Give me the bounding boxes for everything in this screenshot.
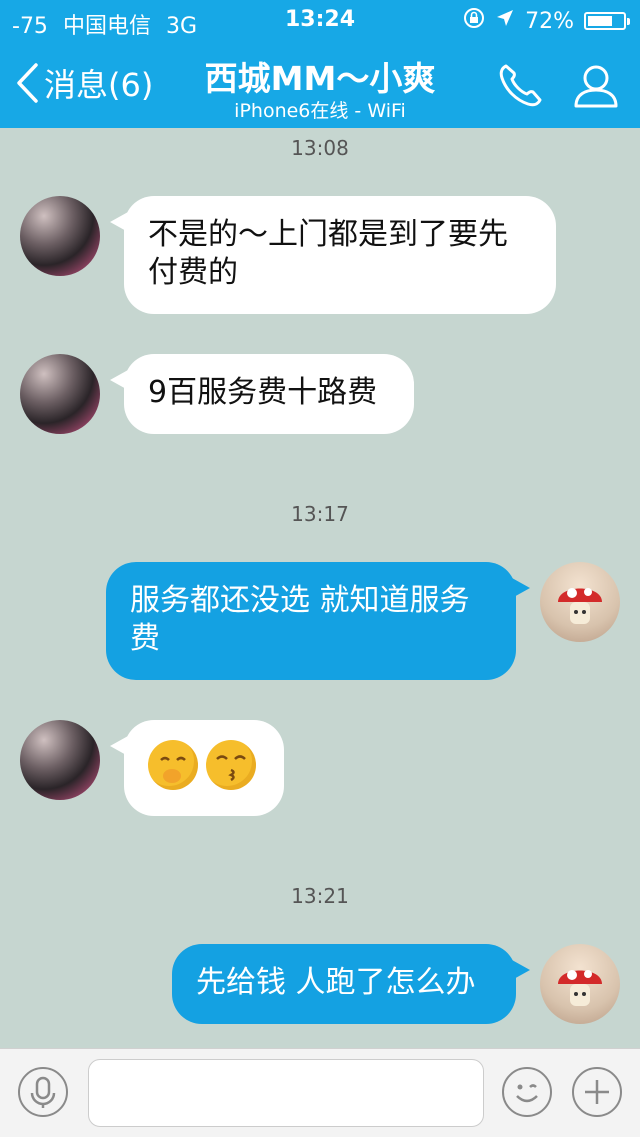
contact-avatar[interactable] (20, 720, 100, 800)
emoji-button[interactable] (502, 1067, 552, 1117)
battery-percent: 72% (525, 8, 574, 34)
my-avatar[interactable] (540, 944, 620, 1024)
battery-icon (584, 12, 630, 30)
incoming-message[interactable]: 不是的～上门都是到了要先付费的 (110, 196, 556, 314)
phone-icon[interactable] (492, 58, 548, 114)
chat-area[interactable]: 13:08 不是的～上门都是到了要先付费的 9百服务费十路费 13:17 服务都… (0, 128, 640, 1048)
incoming-emoji-message[interactable] (110, 720, 284, 816)
status-bar: -75 中国电信 3G 13:24 72% (0, 0, 640, 40)
nav-bar: 消息(6) 西城MM～小爽 iPhone6在线 - WiFi (0, 40, 640, 128)
location-arrow-icon (495, 8, 515, 34)
kiss-emoji (206, 740, 256, 790)
microphone-button[interactable] (18, 1067, 68, 1117)
timestamp: 13:08 (291, 136, 349, 160)
blush-hand-emoji (148, 740, 198, 790)
top-bar: -75 中国电信 3G 13:24 72% 消息(6) 西城MM～小爽 iPho… (0, 0, 640, 128)
contact-avatar[interactable] (20, 196, 100, 276)
profile-icon[interactable] (568, 58, 624, 114)
lock-rotation-icon (463, 7, 485, 35)
smiley-icon (516, 1084, 538, 1103)
battery-level (588, 16, 613, 26)
message-input[interactable] (88, 1059, 484, 1127)
timestamp: 13:17 (291, 502, 349, 526)
outgoing-message[interactable]: 服务都还没选 就知道服务费 (106, 562, 530, 680)
microphone-icon (30, 1076, 56, 1108)
outgoing-message[interactable]: 先给钱 人跑了怎么办 (172, 944, 530, 1024)
plus-icon (585, 1080, 609, 1104)
plus-button[interactable] (572, 1067, 622, 1117)
mushroom-icon (558, 588, 602, 624)
contact-avatar[interactable] (20, 354, 100, 434)
mushroom-icon (558, 970, 602, 1006)
timestamp: 13:21 (291, 884, 349, 908)
my-avatar[interactable] (540, 562, 620, 642)
incoming-message[interactable]: 9百服务费十路费 (110, 354, 414, 434)
input-bar (0, 1048, 640, 1137)
